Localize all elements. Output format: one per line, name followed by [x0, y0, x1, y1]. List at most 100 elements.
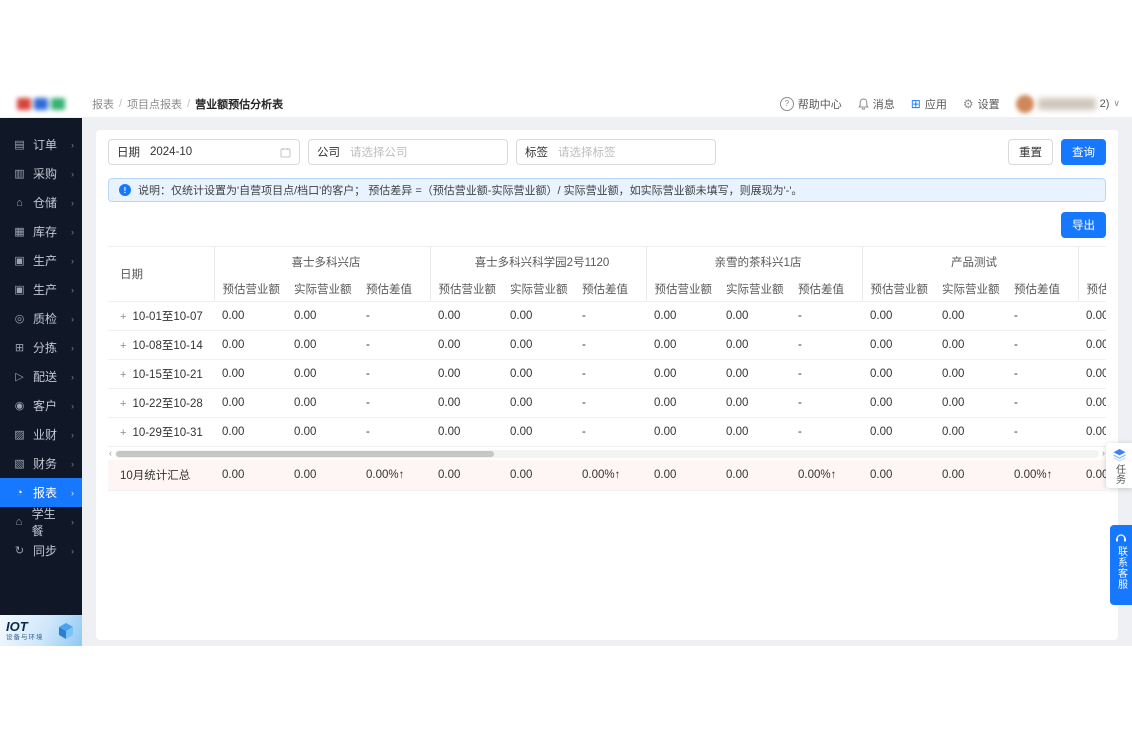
filter-buttons: 重置 查询 — [1008, 139, 1107, 165]
sidebar-item-报表[interactable]: ◔ 报表 › — [0, 478, 82, 507]
chevron-right-icon: › — [71, 342, 74, 353]
table-row: +10-15至10-21 0.00 0.00-0.00 0.00-0.00 0.00-0… — [108, 359, 1107, 389]
iot-logo-subtitle: 设备与环境 — [6, 633, 44, 641]
breadcrumb-item[interactable]: 报表 — [92, 96, 114, 112]
value-cell: - — [790, 330, 862, 360]
info-icon: ! — [119, 184, 131, 196]
sidebar-item-配送[interactable]: ▷ 配送 › — [0, 362, 82, 391]
menu-label: 订单 — [33, 138, 58, 152]
iot-logo-title: IOT — [6, 618, 28, 634]
value-cell: - — [574, 359, 646, 389]
value-cell: 0.00 — [430, 301, 502, 331]
task-fab-label: 任务 — [1113, 464, 1125, 484]
settings-button[interactable]: ⚙ 设置 — [963, 96, 1000, 112]
chevron-right-icon: › — [71, 168, 74, 179]
reset-button[interactable]: 重置 — [1008, 139, 1054, 165]
contact-support-fab[interactable]: 联系客服 — [1110, 525, 1132, 605]
value-cell: 0.00 — [430, 359, 502, 389]
menu-icon: ⊞ — [14, 342, 25, 354]
expand-row-button[interactable]: + — [120, 340, 126, 352]
summary-value-cell: 0.00 — [214, 460, 286, 491]
help-center-button[interactable]: ? 帮助中心 — [779, 96, 842, 112]
sidebar-menu: ▤ 订单 › ▥ 采购 › ⌂ 仓储 › ▦ 库存 › ▣ 生产 › ▣ 生产 › ◎ 质检 › ⊞ 分拣 › ▷ 配送 › ◉ 客户 ›… — [0, 130, 82, 565]
value-cell: - — [1006, 301, 1079, 331]
chevron-right-icon: › — [71, 139, 74, 150]
sub-header-partial: 预估营业额 — [1077, 276, 1107, 302]
breadcrumb-item[interactable]: 项目点报表 — [127, 96, 182, 112]
group-header: 喜士多科兴店 — [213, 246, 430, 276]
company-filter[interactable]: 公司 请选择公司 — [308, 139, 508, 165]
chevron-right-icon: › — [71, 429, 74, 440]
question-circle-icon: ? — [779, 96, 794, 111]
sidebar-item-财务[interactable]: ▧ 财务 › — [0, 449, 82, 478]
menu-label: 仓储 — [33, 196, 58, 210]
summary-pct-cell: 0.00%↑ — [790, 460, 862, 491]
date-filter-label: 日期 — [117, 147, 140, 159]
expand-row-button[interactable]: + — [120, 427, 126, 439]
sidebar: ▤ 订单 › ▥ 采购 › ⌂ 仓储 › ▦ 库存 › ▣ 生产 › ▣ 生产 › ◎ 质检 › ⊞ 分拣 › ▷ 配送 › ◉ 客户 ›… — [0, 118, 82, 646]
sidebar-item-分拣[interactable]: ⊞ 分拣 › — [0, 333, 82, 362]
contact-support-label: 联系客服 — [1115, 546, 1127, 590]
expand-row-button[interactable]: + — [120, 311, 126, 323]
value-cell: - — [574, 330, 646, 360]
company-filter-label: 公司 — [317, 147, 340, 159]
value-cell: 0.00 — [862, 301, 934, 331]
date-filter[interactable]: 日期 2024-10 — [108, 139, 300, 165]
shell: ▤ 订单 › ▥ 采购 › ⌂ 仓储 › ▦ 库存 › ▣ 生产 › ▣ 生产 › ◎ 质检 › ⊞ 分拣 › ▷ 配送 › ◉ 客户 ›… — [0, 118, 1132, 646]
hscrollbar-thumb[interactable] — [116, 450, 494, 457]
menu-icon: ▦ — [14, 226, 25, 238]
scroll-left-arrow[interactable]: ‹ — [108, 449, 113, 458]
sidebar-item-仓储[interactable]: ⌂ 仓储 › — [0, 188, 82, 217]
breadcrumb: 报表 / 项目点报表 / 营业额预估分析表 — [92, 96, 283, 112]
value-cell: 0.00 — [862, 388, 934, 418]
sub-header: 预估差值 — [358, 276, 430, 302]
group-header: 亲雪的茶科兴1店 — [645, 246, 862, 276]
query-button[interactable]: 查询 — [1061, 139, 1107, 165]
value-cell: 0.00 — [718, 388, 790, 418]
value-cell: - — [790, 301, 862, 331]
value-cell: 0.00 — [862, 330, 934, 360]
value-cell: - — [358, 417, 430, 447]
value-cell: 0.00 — [214, 330, 286, 360]
group-header: 喜士多科兴科学园2号1120 — [429, 246, 646, 276]
sidebar-item-同步[interactable]: ↻ 同步 › — [0, 536, 82, 565]
export-row: 导出 — [108, 212, 1107, 238]
sidebar-item-学生餐[interactable]: ⌂ 学生餐 › — [0, 507, 82, 538]
tag-filter[interactable]: 标签 请选择标签 — [516, 139, 716, 165]
user-menu[interactable]: 2) ∨ — [1015, 94, 1120, 113]
apps-label: 应用 — [924, 98, 947, 111]
menu-icon: ◔ — [16, 486, 23, 499]
hscrollbar-track[interactable] — [115, 449, 1100, 458]
menu-label: 生产 — [33, 254, 58, 268]
menu-label: 库存 — [33, 225, 58, 239]
messages-button[interactable]: 消息 — [858, 96, 895, 112]
col-header-date: 日期 — [108, 246, 214, 302]
value-cell: 0.00 — [214, 359, 286, 389]
sidebar-item-订单[interactable]: ▤ 订单 › — [0, 130, 82, 159]
expand-row-button[interactable]: + — [120, 369, 126, 381]
headset-icon — [1116, 534, 1126, 542]
sidebar-item-采购[interactable]: ▥ 采购 › — [0, 159, 82, 188]
value-cell: 0.00 — [286, 417, 358, 447]
menu-label: 报表 — [33, 486, 58, 500]
table-row: +10-29至10-31 0.00 0.00-0.00 0.00-0.00 0.00-0… — [108, 417, 1107, 447]
apps-button[interactable]: ⊞ 应用 — [911, 96, 947, 112]
sidebar-item-客户[interactable]: ◉ 客户 › — [0, 391, 82, 420]
export-button[interactable]: 导出 — [1061, 212, 1107, 238]
task-fab[interactable]: 任务 — [1106, 443, 1132, 488]
sidebar-item-质检[interactable]: ◎ 质检 › — [0, 304, 82, 333]
sidebar-item-生产[interactable]: ▣ 生产 › — [0, 275, 82, 304]
sidebar-item-生产[interactable]: ▣ 生产 › — [0, 246, 82, 275]
menu-icon: ⌂ — [16, 196, 23, 209]
summary-row: 10月统计汇总 0.00 0.00 0.00%↑ 0.00 0.00 0.00%↑ 0.00 0… — [108, 460, 1107, 491]
menu-icon: ▥ — [14, 168, 25, 180]
value-cell: 0.00 — [862, 359, 934, 389]
value-cell: - — [358, 330, 430, 360]
value-cell: 0.00 — [502, 388, 574, 418]
expand-row-button[interactable]: + — [120, 398, 126, 410]
sidebar-item-库存[interactable]: ▦ 库存 › — [0, 217, 82, 246]
value-cell: 0.00 — [214, 301, 286, 331]
summary-value-cell: 0.00 — [430, 460, 502, 491]
sidebar-item-业财[interactable]: ▨ 业财 › — [0, 420, 82, 449]
hscrollbar-row: ‹ › — [108, 447, 1106, 461]
